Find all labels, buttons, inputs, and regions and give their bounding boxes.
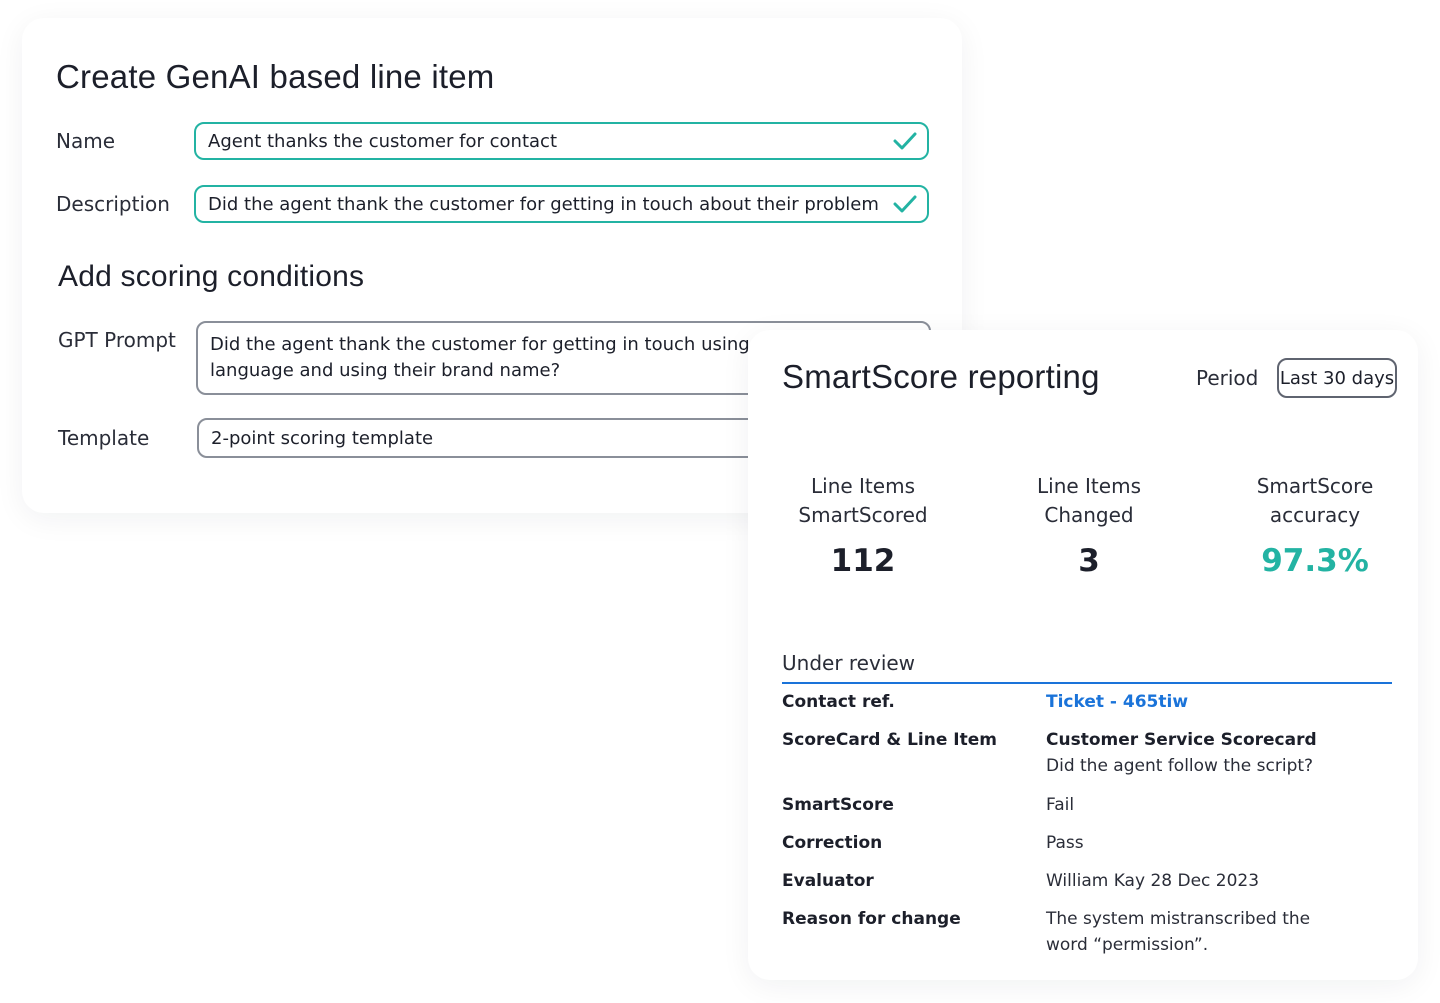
template-label: Template [58,426,150,450]
smartscore-value: Fail [1046,795,1075,815]
description-input[interactable]: Did the agent thank the customer for get… [194,185,929,223]
name-input[interactable]: Agent thanks the customer for contact [194,122,929,160]
stat-value-smartscored: 112 [830,543,896,579]
stat-label-changed: Line Items Changed [1037,474,1141,527]
scoring-title: Add scoring conditions [58,260,365,293]
scorecard-key: ScoreCard & Line Item [782,730,997,750]
stat-label-accuracy: SmartScore accuracy [1256,474,1374,527]
name-input-value: Agent thanks the customer for contact [208,130,558,152]
stat-label-smartscored: Line Items SmartScored [798,474,928,527]
template-select-value: 2-point scoring template [211,427,434,449]
evaluator-key: Evaluator [782,871,874,891]
check-icon [893,132,917,150]
create-title: Create GenAI based line item [56,58,495,95]
contact-ref-key: Contact ref. [782,692,895,712]
period-dropdown[interactable]: Last 30 days [1277,358,1397,398]
gpt-prompt-value: Did the agent thank the customer for get… [210,334,778,381]
reason-key: Reason for change [782,909,961,929]
description-label: Description [56,192,170,216]
period-label: Period [1196,366,1259,390]
description-input-value: Did the agent thank the customer for get… [208,193,879,215]
review-divider [782,682,1392,684]
under-review-heading: Under review [782,651,916,675]
stat-value-changed: 3 [1078,543,1100,579]
name-label: Name [56,129,116,153]
stat-value-accuracy: 97.3% [1261,543,1369,579]
correction-key: Correction [782,833,883,853]
period-value: Last 30 days [1279,367,1395,389]
scorecard-line-item: Did the agent follow the script? [1046,756,1314,776]
report-title: SmartScore reporting [782,358,1100,395]
smartscore-key: SmartScore [782,795,894,815]
evaluator-value: William Kay 28 Dec 2023 [1046,871,1260,891]
correction-value: Pass [1046,833,1084,853]
contact-ref-link[interactable]: Ticket - 465tiw [1046,689,1188,715]
scorecard-title: Customer Service Scorecard [1046,730,1317,750]
reason-value: The system mistranscribed the word “perm… [1046,909,1311,955]
gpt-prompt-label: GPT Prompt [58,328,176,352]
scorecard-value: Customer Service Scorecard Did the agent… [1046,727,1317,779]
check-icon [893,195,917,213]
